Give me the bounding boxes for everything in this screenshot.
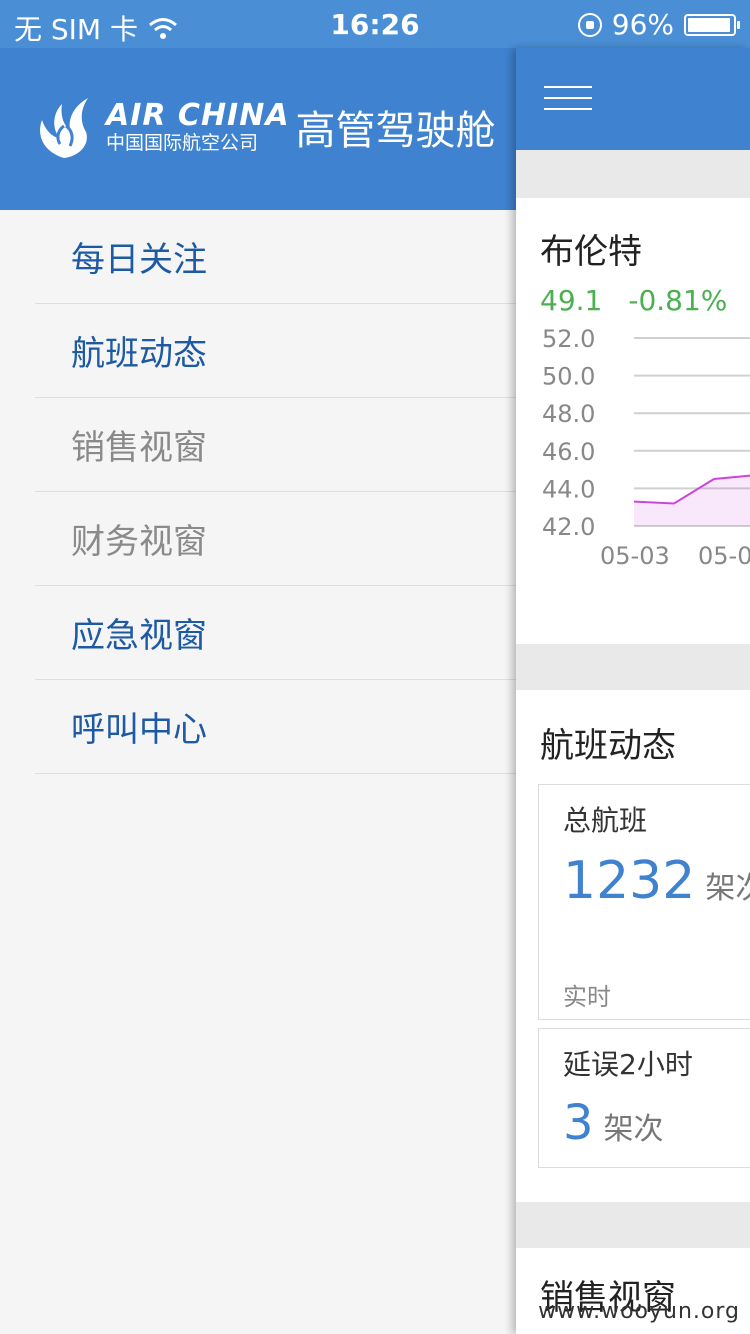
- total-flights-value: 1232 架次: [563, 851, 750, 911]
- total-flights-number: 1232: [563, 851, 696, 911]
- y-tick-label: 42.0: [542, 513, 595, 541]
- brent-title: 布伦特: [540, 232, 642, 272]
- battery-icon: [684, 13, 740, 36]
- y-tick-label: 52.0: [542, 325, 595, 353]
- menu-item-daily-focus[interactable]: 每日关注: [35, 210, 516, 304]
- delay-value: 3 架次: [563, 1095, 664, 1151]
- status-bar: 无 SIM 卡 16:26 96%: [0, 0, 750, 48]
- battery-percent: 96%: [611, 8, 674, 41]
- drawer-header: AIR CHINA 中国国际航空公司 高管驾驶舱: [0, 48, 516, 210]
- delay-label: 延误2小时: [563, 1048, 693, 1081]
- brent-values: 49.1 -0.81%: [540, 284, 727, 317]
- logo-wordmark: AIR CHINA 中国国际航空公司: [106, 98, 290, 155]
- drawer-menu: 每日关注 航班动态 销售视窗 财务视窗 应急视窗 呼叫中心: [0, 210, 516, 774]
- menu-item-finance[interactable]: 财务视窗: [35, 492, 516, 586]
- watermark: www.wooyun.org: [538, 1299, 740, 1324]
- menu-item-call-center[interactable]: 呼叫中心: [35, 680, 516, 774]
- brent-area: [634, 475, 750, 526]
- y-tick-label: 46.0: [542, 438, 595, 466]
- total-flights-unit: 架次: [705, 871, 750, 906]
- realtime-label: 实时: [563, 983, 611, 1011]
- x-tick-label: 05-0: [698, 542, 750, 570]
- logo-chinese: 中国国际航空公司: [106, 132, 259, 154]
- flights-title: 航班动态: [540, 726, 676, 766]
- brent-chart: 52.0 50.0 48.0 46.0 44.0 42.005-03 05-0: [542, 325, 750, 570]
- total-flights-label: 总航班: [563, 804, 648, 837]
- app-title: 高管驾驶舱: [295, 108, 496, 154]
- menu-toggle-icon[interactable]: [544, 86, 592, 110]
- y-tick-label: 48.0: [542, 400, 595, 428]
- brent-card[interactable]: 布伦特 49.1 -0.81% 52.0 50.0 48.0 46.0 44.0 42.0 0…: [516, 198, 750, 644]
- x-tick-label: 05-03: [600, 542, 670, 570]
- menu-item-emergency[interactable]: 应急视窗: [35, 586, 516, 680]
- brent-price: 49.1: [540, 284, 603, 317]
- delay-number: 3: [563, 1095, 594, 1151]
- side-drawer: AIR CHINA 中国国际航空公司 高管驾驶舱 每日关注 航班动态 销售视窗 …: [0, 48, 516, 1334]
- flights-card[interactable]: 航班动态 总航班 1232 架次 实时 延误2小时 3 架次: [516, 690, 750, 1202]
- dashboard-panel: 布伦特 49.1 -0.81% 52.0 50.0 48.0 46.0 44.0 42.0 0…: [516, 48, 750, 1334]
- y-tick-label: 44.0: [542, 475, 595, 503]
- y-tick-label: 50.0: [542, 363, 595, 391]
- delay-unit: 架次: [603, 1112, 664, 1147]
- logo-english: AIR CHINA: [106, 98, 290, 133]
- total-flights-box[interactable]: 总航班 1232 架次 实时: [538, 784, 750, 1020]
- air-china-phoenix-icon: [40, 98, 88, 158]
- delay-box[interactable]: 延误2小时 3 架次: [538, 1028, 750, 1168]
- menu-item-flight-status[interactable]: 航班动态: [35, 304, 516, 398]
- rotation-lock-icon: [577, 12, 602, 37]
- app-logo: AIR CHINA 中国国际航空公司 高管驾驶舱: [30, 92, 496, 162]
- brent-change: -0.81%: [628, 284, 728, 317]
- panel-header: [516, 48, 750, 150]
- status-right: 96%: [577, 8, 740, 41]
- menu-item-sales[interactable]: 销售视窗: [35, 398, 516, 492]
